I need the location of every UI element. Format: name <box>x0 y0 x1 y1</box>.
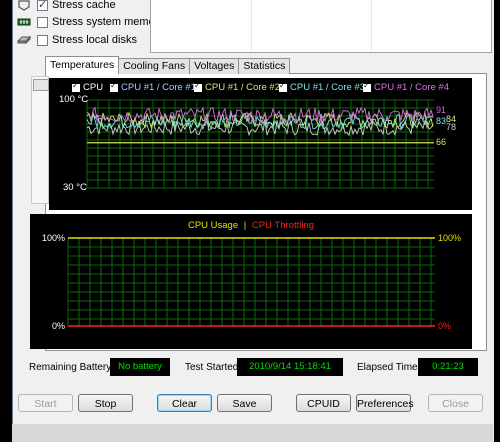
temperature-plot <box>86 99 434 189</box>
temperature-chart: CPU CPU #1 / Core #1 CPU #1 / Core #2 CP… <box>49 78 472 210</box>
legend-cpu-throttling: CPU Throttling <box>251 220 315 231</box>
clear-button[interactable]: Clear <box>157 394 212 412</box>
option-stress-cache[interactable]: Stress cache <box>17 0 116 13</box>
readout-core4: 91 <box>436 105 447 115</box>
option-stress-memory[interactable]: Stress system memory <box>17 14 164 30</box>
cache-icon <box>18 0 30 11</box>
test-started-value: 2010/9/14 15:18:41 <box>237 358 343 376</box>
legend-checkbox[interactable] <box>110 81 118 92</box>
tab-statistics[interactable]: Statistics <box>238 58 291 74</box>
status-list-panel <box>150 0 492 53</box>
readout-core3: 83 <box>436 116 447 126</box>
elapsed-time-value: 0:21:23 <box>418 358 478 376</box>
window-bottom-edge <box>12 424 493 442</box>
cpu-usage-chart: CPU Usage | CPU Throttling 100% 0% 100% … <box>30 214 472 349</box>
start-button[interactable]: Start <box>18 394 73 412</box>
usage-right-max: 100% <box>438 233 462 243</box>
close-button[interactable]: Close <box>428 394 483 412</box>
usage-plot <box>67 237 435 327</box>
tab-voltages[interactable]: Voltages <box>189 58 240 74</box>
cpuid-button[interactable]: CPUID <box>296 394 351 412</box>
legend-cpu-usage: CPU Usage <box>187 220 239 231</box>
memory-icon <box>17 18 31 26</box>
temp-y-min-label: 30 °C <box>63 182 87 193</box>
stress-disks-checkbox[interactable] <box>37 34 48 46</box>
legend-label: CPU #1 / Core #3 <box>290 82 365 93</box>
save-button[interactable]: Save <box>217 394 272 412</box>
stress-cache-label: Stress cache <box>52 0 116 11</box>
elapsed-time-label: Elapsed Time: <box>357 362 421 373</box>
legend-core3[interactable]: CPU #1 / Core #3 <box>279 81 365 93</box>
temp-y-max-label: 100 °C <box>59 94 89 105</box>
stress-memory-checkbox[interactable] <box>37 16 48 28</box>
legend-checkbox[interactable] <box>363 81 371 92</box>
slider-thumb[interactable] <box>33 79 49 91</box>
preferences-button[interactable]: Preferences <box>356 394 414 412</box>
legend-core4[interactable]: CPU #1 / Core #4 <box>363 81 449 93</box>
legend-label: CPU #1 / Core #2 <box>205 82 280 93</box>
legend-separator: | <box>243 220 247 231</box>
usage-left-max: 100% <box>42 233 66 243</box>
tab-temperatures[interactable]: Temperatures <box>45 56 120 74</box>
option-stress-disks[interactable]: Stress local disks <box>17 32 137 48</box>
test-started-label: Test Started: <box>185 362 242 373</box>
legend-checkbox[interactable] <box>194 81 202 92</box>
legend-core1[interactable]: CPU #1 / Core #1 <box>110 81 196 93</box>
readout-core1: 78 <box>446 122 457 132</box>
disk-icon <box>17 35 31 45</box>
usage-right-min: 0% <box>438 321 452 331</box>
stop-button[interactable]: Stop <box>78 394 133 412</box>
tab-bar: Temperatures Cooling Fans Voltages Stati… <box>45 56 291 74</box>
usage-left-min: 0% <box>52 321 66 331</box>
usage-legend: CPU Usage | CPU Throttling <box>30 220 472 231</box>
legend-label: CPU #1 / Core #4 <box>374 82 449 93</box>
legend-label: CPU #1 / Core #1 <box>121 82 196 93</box>
tab-cooling-fans[interactable]: Cooling Fans <box>118 58 191 74</box>
legend-core2[interactable]: CPU #1 / Core #2 <box>194 81 280 93</box>
legend-checkbox[interactable] <box>72 81 80 92</box>
readout-cpu: 66 <box>436 137 447 147</box>
stress-cache-checkbox[interactable] <box>37 0 48 11</box>
stress-disks-label: Stress local disks <box>52 34 137 46</box>
battery-label: Remaining Battery: <box>29 362 115 373</box>
legend-label: CPU <box>83 82 104 93</box>
battery-value: No battery <box>110 358 170 376</box>
legend-checkbox[interactable] <box>279 81 287 92</box>
temperature-slider[interactable] <box>31 76 49 204</box>
legend-cpu[interactable]: CPU <box>72 81 104 93</box>
stress-memory-label: Stress system memory <box>52 16 164 28</box>
